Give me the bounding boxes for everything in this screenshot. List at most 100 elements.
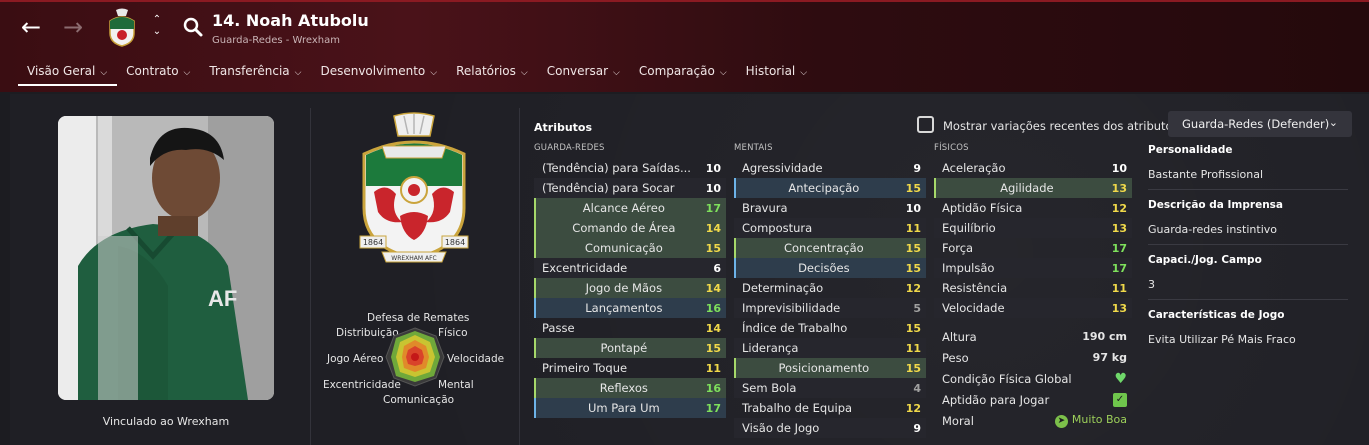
attribute-row[interactable]: Trabalho de Equipa 12 xyxy=(734,398,926,418)
attribute-value: 12 xyxy=(1111,201,1127,215)
attribute-value: 16 xyxy=(705,381,721,395)
check-icon[interactable]: ✓ xyxy=(1113,392,1127,407)
attribute-row[interactable]: Impulsão 17 xyxy=(934,258,1132,278)
player-photo[interactable]: AF xyxy=(58,116,274,400)
attribute-row[interactable]: Determinação 12 xyxy=(734,278,926,298)
attribute-row[interactable]: Agressividade 9 xyxy=(734,158,926,178)
attribute-row[interactable]: Um Para Um 17 xyxy=(534,398,726,418)
attribute-row[interactable]: Alcance Aéreo 17 xyxy=(534,198,726,218)
attribute-row[interactable]: Jogo de Mãos 14 xyxy=(534,278,726,298)
heart-icon[interactable]: ♥ xyxy=(1114,371,1127,387)
attribute-value: 17 xyxy=(705,201,721,215)
attribute-value: 12 xyxy=(905,281,921,295)
tab-overview[interactable]: Visão Geral ⌵ xyxy=(18,62,118,86)
fitness-row: Aptidão para Jogar ✓ xyxy=(934,389,1132,410)
divider xyxy=(519,108,520,445)
personality-value[interactable]: Bastante Profissional xyxy=(1148,168,1348,181)
attribute-name: Sem Bola xyxy=(742,381,797,395)
attribute-row[interactable]: Força 17 xyxy=(934,238,1132,258)
attribute-row[interactable]: Sem Bola 4 xyxy=(734,378,926,398)
condition-row: Condição Física Global ♥ xyxy=(934,368,1132,389)
attribute-name: Bravura xyxy=(742,201,788,215)
mental-attributes: Agressividade 9 Antecipação 15 Bravura 10 Comp… xyxy=(734,158,926,438)
divider xyxy=(1148,299,1348,300)
forward-arrow-icon[interactable]: → xyxy=(60,14,86,40)
tab-history[interactable]: Historial ⌵ xyxy=(737,62,817,86)
tab-label: Comparação xyxy=(638,64,715,78)
attribute-row[interactable]: Bravura 10 xyxy=(734,198,926,218)
traits-section: Características de Jogo Evita Utilizar P… xyxy=(1148,309,1348,346)
attribute-row[interactable]: Lançamentos 16 xyxy=(534,298,726,318)
chevron-down-icon: ⌵ xyxy=(430,68,438,78)
club-crest-large-icon[interactable]: 1864 1864 WREXHAM AFC xyxy=(356,112,472,264)
personality-section: Personalidade Bastante Profissional xyxy=(1148,144,1348,181)
attribute-radar-chart[interactable] xyxy=(384,326,446,388)
attribute-row[interactable]: Antecipação 15 xyxy=(734,178,926,198)
attribute-row[interactable]: Passe 14 xyxy=(534,318,726,338)
attribute-row[interactable]: Excentricidade 6 xyxy=(534,258,726,278)
attribute-row[interactable]: Velocidade 13 xyxy=(934,298,1132,318)
tab-contract[interactable]: Contrato ⌵ xyxy=(117,62,200,86)
show-changes-checkbox[interactable] xyxy=(917,116,934,133)
attribute-value: 13 xyxy=(1111,301,1127,315)
outfield-value: 3 xyxy=(1148,278,1155,291)
attribute-row[interactable]: Resistência 11 xyxy=(934,278,1132,298)
attribute-value: 5 xyxy=(913,301,921,315)
attribute-row[interactable]: Decisões 15 xyxy=(734,258,926,278)
player-subtitle[interactable]: Guarda-Redes - Wrexham xyxy=(212,35,340,46)
attribute-row[interactable]: Posicionamento 15 xyxy=(734,358,926,378)
up-down-icon[interactable]: ⌃ ⌄ xyxy=(150,14,164,38)
attribute-row[interactable]: Comando de Área 14 xyxy=(534,218,726,238)
highlight-marker xyxy=(534,198,536,218)
tab-talk[interactable]: Conversar ⌵ xyxy=(538,62,630,86)
highlight-marker xyxy=(534,278,536,298)
highlight-marker xyxy=(534,218,536,238)
tab-transfer[interactable]: Transferência ⌵ xyxy=(200,62,311,86)
height-value: 190 cm xyxy=(1082,330,1127,343)
attribute-row[interactable]: Pontapé 15 xyxy=(534,338,726,358)
attribute-row[interactable]: Concentração 15 xyxy=(734,238,926,258)
attribute-name: Força xyxy=(942,241,974,255)
club-crest-icon[interactable] xyxy=(106,7,138,47)
attribute-row[interactable]: Aptidão Física 12 xyxy=(934,198,1132,218)
chevron-down-icon: ⌵ xyxy=(613,68,620,78)
search-icon[interactable] xyxy=(182,16,204,38)
media-value[interactable]: Guarda-redes instintivo xyxy=(1148,223,1348,236)
highlight-marker xyxy=(734,238,736,258)
attribute-row[interactable]: Imprevisibilidade 5 xyxy=(734,298,926,318)
attribute-value: 14 xyxy=(705,221,721,235)
attribute-row[interactable]: Agilidade 13 xyxy=(934,178,1132,198)
show-changes-label[interactable]: Mostrar variações recentes dos atributos xyxy=(943,119,1179,133)
traits-label: Características de Jogo xyxy=(1148,309,1285,321)
height-label: Altura xyxy=(942,329,977,344)
highlight-marker xyxy=(534,298,536,318)
attribute-row[interactable]: Comunicação 15 xyxy=(534,238,726,258)
chevron-down-icon: ⌵ xyxy=(294,68,302,78)
attribute-name: Aceleração xyxy=(942,161,1006,175)
attribute-row[interactable]: Visão de Jogo 9 xyxy=(734,418,926,438)
highlight-marker xyxy=(534,338,536,358)
attribute-value: 15 xyxy=(905,321,921,335)
attribute-row[interactable]: Primeiro Toque 11 xyxy=(534,358,726,378)
attribute-value: 14 xyxy=(705,321,721,335)
attribute-row[interactable]: Equilíbrio 13 xyxy=(934,218,1132,238)
tab-label: Transferência xyxy=(209,64,290,78)
role-dropdown[interactable]: Guarda-Redes (Defender) ⌄ xyxy=(1168,111,1352,137)
traits-value[interactable]: Evita Utilizar Pé Mais Fraco xyxy=(1148,333,1348,346)
morale-status[interactable]: ➤ Muito Boa xyxy=(1054,413,1127,428)
tab-comparison[interactable]: Comparação ⌵ xyxy=(630,62,737,86)
attribute-row[interactable]: Índice de Trabalho 15 xyxy=(734,318,926,338)
attribute-row[interactable]: (Tendência) para Saídas... 10 xyxy=(534,158,726,178)
attribute-row[interactable]: Liderança 11 xyxy=(734,338,926,358)
attribute-row[interactable]: Compostura 11 xyxy=(734,218,926,238)
attribute-name: Primeiro Toque xyxy=(542,361,628,375)
svg-text:WREXHAM AFC: WREXHAM AFC xyxy=(391,255,436,262)
attribute-row[interactable]: Reflexos 16 xyxy=(534,378,726,398)
back-arrow-icon[interactable]: ← xyxy=(18,14,44,40)
attribute-row[interactable]: Aceleração 10 xyxy=(934,158,1132,178)
attribute-row[interactable]: (Tendência) para Socar 10 xyxy=(534,178,726,198)
tab-reports[interactable]: Relatórios ⌵ xyxy=(447,62,538,86)
condition-label: Condição Física Global xyxy=(942,371,1072,386)
goalkeeping-attributes: (Tendência) para Saídas... 10 (Tendência) … xyxy=(534,158,726,418)
tab-development[interactable]: Desenvolvimento ⌵ xyxy=(311,62,447,86)
